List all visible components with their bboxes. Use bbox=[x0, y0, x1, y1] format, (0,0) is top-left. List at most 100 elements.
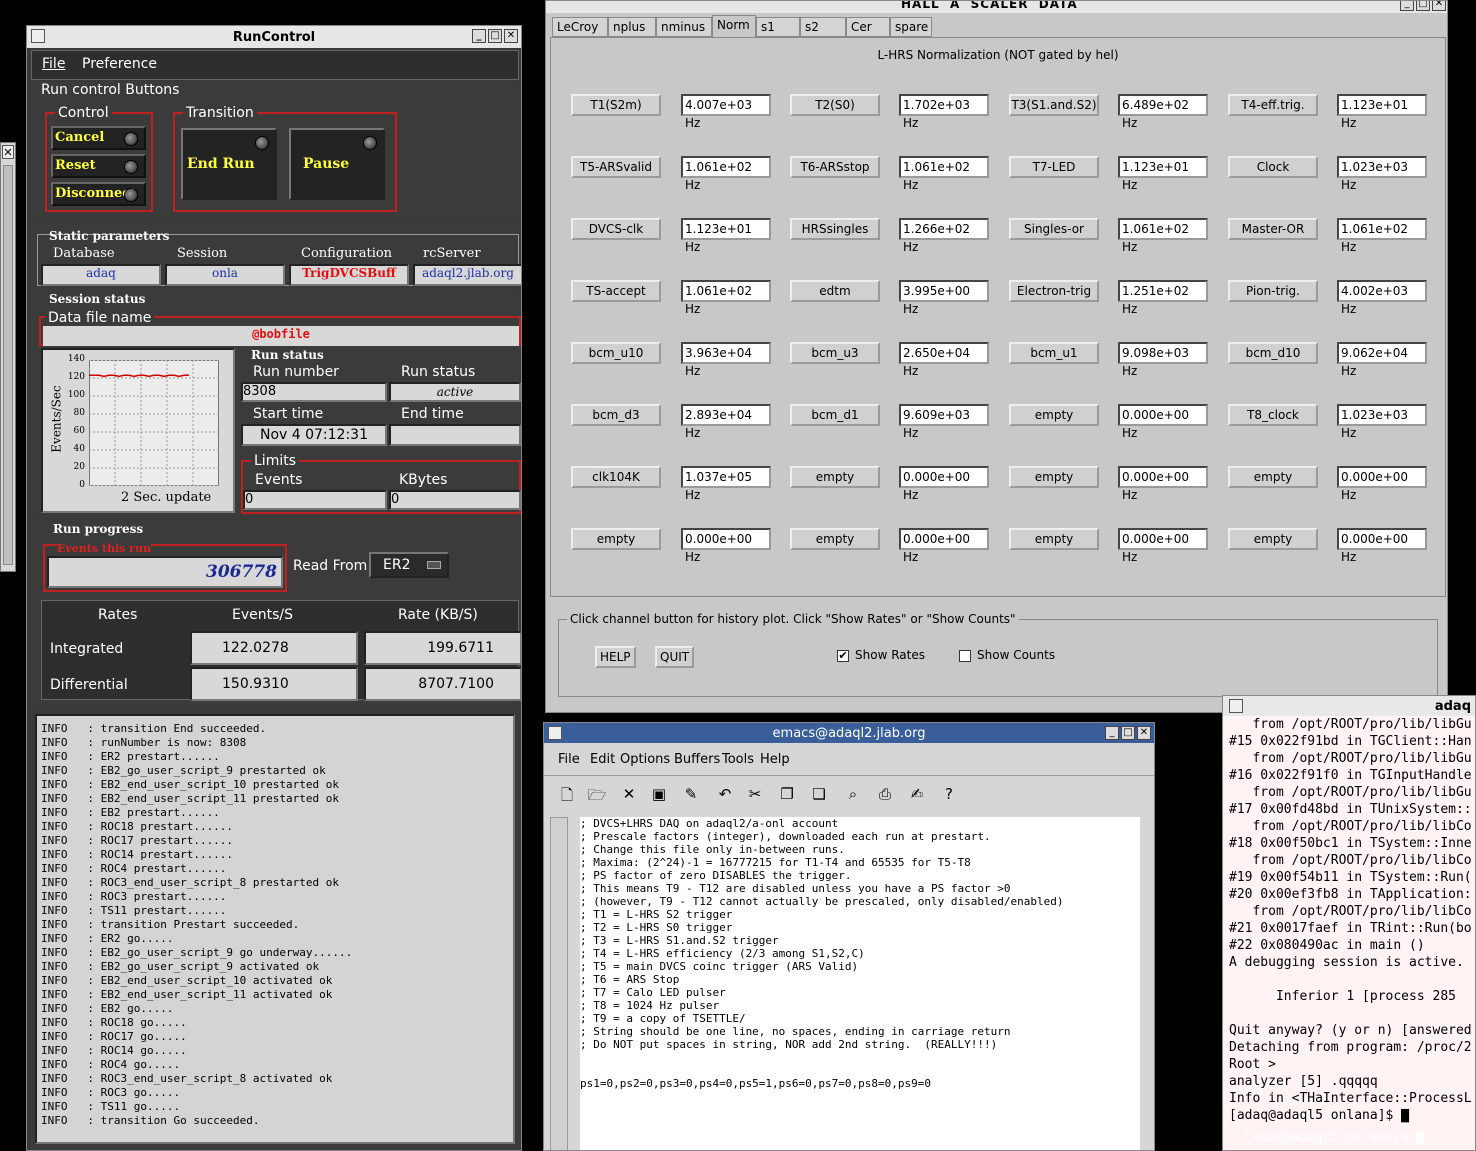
channel-button[interactable]: Master-OR bbox=[1228, 218, 1318, 240]
channel-rate-value[interactable]: 1.702e+03 Hz bbox=[899, 94, 989, 130]
channel-button[interactable]: TS-accept bbox=[571, 280, 661, 302]
tab-nminus[interactable]: nminus bbox=[656, 17, 712, 37]
channel-rate-value[interactable]: 1.061e+02 Hz bbox=[1118, 218, 1208, 254]
channel-button[interactable]: Pion-trig. bbox=[1228, 280, 1318, 302]
copy-icon[interactable]: ❐ bbox=[776, 785, 798, 803]
channel-button[interactable]: T2(S0) bbox=[790, 94, 880, 116]
channel-rate-value[interactable]: 0.000e+00 Hz bbox=[681, 528, 771, 564]
channel-button[interactable]: bcm_u3 bbox=[790, 342, 880, 364]
tab-cer[interactable]: Cer bbox=[846, 17, 890, 37]
channel-button[interactable]: empty bbox=[571, 528, 661, 550]
channel-rate-value[interactable]: 6.489e+02 Hz bbox=[1118, 94, 1208, 130]
preferences-icon[interactable]: ✍ bbox=[906, 785, 928, 803]
menu-buffers[interactable]: Buffers bbox=[674, 752, 720, 767]
channel-button[interactable]: empty bbox=[1009, 528, 1099, 550]
channel-button[interactable]: empty bbox=[1009, 466, 1099, 488]
channel-rate-value[interactable]: 1.251e+02 Hz bbox=[1118, 280, 1208, 316]
channel-button[interactable]: T8_clock bbox=[1228, 404, 1318, 426]
undo-icon[interactable]: ↶ bbox=[714, 785, 736, 803]
channel-button[interactable]: T4-eff.trig. bbox=[1228, 94, 1318, 116]
channel-rate-value[interactable]: 9.098e+03 Hz bbox=[1118, 342, 1208, 378]
channel-rate-value[interactable]: 2.650e+04 Hz bbox=[899, 342, 989, 378]
open-folder-icon[interactable]: 🗁 bbox=[586, 785, 608, 810]
close-icon[interactable]: ✕ bbox=[1432, 1, 1446, 11]
channel-rate-value[interactable]: 0.000e+00 Hz bbox=[899, 466, 989, 502]
close-icon[interactable]: ✕ bbox=[2, 145, 14, 159]
channel-rate-value[interactable]: 9.062e+04 Hz bbox=[1337, 342, 1427, 378]
maximize-icon[interactable]: □ bbox=[1121, 726, 1135, 740]
minimize-icon[interactable]: _ bbox=[1105, 726, 1119, 740]
channel-button[interactable]: bcm_u10 bbox=[571, 342, 661, 364]
kbytes-limit-input[interactable]: 0 bbox=[389, 490, 521, 510]
channel-button[interactable]: edtm bbox=[790, 280, 880, 302]
search-icon[interactable]: ⌕ bbox=[842, 785, 864, 803]
channel-rate-value[interactable]: 1.037e+05 Hz bbox=[681, 466, 771, 502]
message-log[interactable]: INFO : transition End succeeded. INFO : r… bbox=[35, 714, 515, 1144]
paste-icon[interactable]: ❏ bbox=[808, 785, 830, 803]
tab-spare[interactable]: spare bbox=[890, 17, 932, 37]
window-menu-icon[interactable] bbox=[1229, 699, 1243, 713]
print-icon[interactable]: ⎙ bbox=[874, 785, 896, 803]
runcontrol-titlebar[interactable]: RunControl _ □ ✕ bbox=[27, 26, 521, 48]
channel-button[interactable]: bcm_d10 bbox=[1228, 342, 1318, 364]
tab-s1[interactable]: s1 bbox=[756, 17, 800, 37]
maximize-icon[interactable]: □ bbox=[1416, 1, 1430, 11]
channel-rate-value[interactable]: 1.061e+02 Hz bbox=[1337, 218, 1427, 254]
channel-rate-value[interactable]: 1.123e+01 Hz bbox=[1118, 156, 1208, 192]
emacs-titlebar[interactable]: emacs@adaql2.jlab.org _ □ ✕ bbox=[544, 723, 1154, 743]
cut-icon[interactable]: ✂ bbox=[744, 785, 766, 803]
show-counts-checkbox[interactable] bbox=[959, 650, 971, 662]
channel-button[interactable]: empty bbox=[1009, 404, 1099, 426]
tab-lecroy[interactable]: LeCroy bbox=[552, 17, 608, 37]
menu-edit[interactable]: Edit bbox=[590, 752, 615, 767]
channel-rate-value[interactable]: 0.000e+00 Hz bbox=[1118, 404, 1208, 440]
channel-rate-value[interactable]: 1.123e+01 Hz bbox=[681, 218, 771, 254]
channel-button[interactable]: empty bbox=[790, 466, 880, 488]
emacs-buffer[interactable]: ; DVCS+LHRS DAQ on adaql2/a-onl account;… bbox=[580, 817, 1140, 1150]
channel-rate-value[interactable]: 1.061e+02 Hz bbox=[681, 156, 771, 192]
pause-button[interactable]: Pause bbox=[289, 128, 385, 200]
channel-rate-value[interactable]: 1.266e+02 Hz bbox=[899, 218, 989, 254]
channel-button[interactable]: empty bbox=[1228, 528, 1318, 550]
scrollbar[interactable] bbox=[550, 817, 568, 1150]
channel-button[interactable]: T6-ARSstop bbox=[790, 156, 880, 178]
read-from-select[interactable]: ER2 bbox=[369, 552, 449, 578]
end-run-button[interactable]: End Run bbox=[181, 128, 277, 200]
close-icon[interactable]: ✕ bbox=[1137, 726, 1151, 740]
channel-rate-value[interactable]: 1.061e+02 Hz bbox=[899, 156, 989, 192]
scaler-titlebar[interactable]: HALL A SCALER DATA _ □ ✕ bbox=[546, 1, 1447, 13]
events-limit-input[interactable]: 0 bbox=[243, 490, 387, 510]
menu-tools[interactable]: Tools bbox=[722, 752, 754, 767]
channel-rate-value[interactable]: 0.000e+00 Hz bbox=[899, 528, 989, 564]
channel-rate-value[interactable]: 4.002e+03 Hz bbox=[1337, 280, 1427, 316]
channel-button[interactable]: bcm_d1 bbox=[790, 404, 880, 426]
channel-button[interactable]: Singles-or bbox=[1009, 218, 1099, 240]
menu-preference[interactable]: Preference bbox=[82, 56, 157, 72]
help-button[interactable]: HELP bbox=[595, 646, 636, 668]
menu-help[interactable]: Help bbox=[760, 752, 790, 767]
terminal-output[interactable]: from /opt/ROOT/pro/lib/libGu #15 0x022f91… bbox=[1229, 716, 1472, 1124]
channel-button[interactable]: Clock bbox=[1228, 156, 1318, 178]
channel-rate-value[interactable]: 1.123e+01 Hz bbox=[1337, 94, 1427, 130]
channel-rate-value[interactable]: 4.007e+03 Hz bbox=[681, 94, 771, 130]
window-menu-icon[interactable] bbox=[548, 726, 562, 740]
window-menu-icon[interactable] bbox=[31, 29, 45, 43]
channel-rate-value[interactable]: 0.000e+00 Hz bbox=[1337, 466, 1427, 502]
channel-rate-value[interactable]: 3.995e+00 Hz bbox=[899, 280, 989, 316]
channel-rate-value[interactable]: 0.000e+00 Hz bbox=[1337, 528, 1427, 564]
disconnect-button[interactable]: Disconnect bbox=[51, 182, 146, 206]
tab-norm[interactable]: Norm bbox=[712, 15, 756, 37]
scrollbar[interactable] bbox=[3, 165, 13, 565]
channel-rate-value[interactable]: 0.000e+00 Hz bbox=[1118, 466, 1208, 502]
channel-rate-value[interactable]: 1.061e+02 Hz bbox=[681, 280, 771, 316]
channel-button[interactable]: empty bbox=[790, 528, 880, 550]
close-buffer-icon[interactable]: ✕ bbox=[618, 785, 640, 803]
channel-rate-value[interactable]: 3.963e+04 Hz bbox=[681, 342, 771, 378]
minimize-icon[interactable]: _ bbox=[1400, 1, 1414, 11]
channel-button[interactable]: bcm_d3 bbox=[571, 404, 661, 426]
new-file-icon[interactable]: 🗋 bbox=[556, 785, 578, 810]
show-rates-checkbox[interactable]: ✔ bbox=[837, 650, 849, 662]
channel-rate-value[interactable]: 1.023e+03 Hz bbox=[1337, 404, 1427, 440]
menu-file[interactable]: File bbox=[558, 752, 580, 767]
channel-button[interactable]: T3(S1.and.S2) bbox=[1009, 94, 1099, 116]
